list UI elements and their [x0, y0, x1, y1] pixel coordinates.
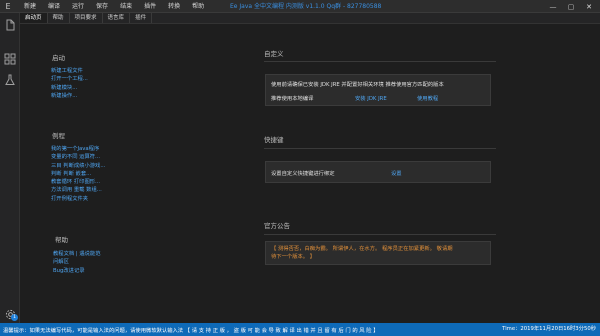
tab-language-library[interactable]: 语言库 [103, 13, 131, 23]
announcement-line: 待下一个版本。 】 [271, 254, 316, 260]
bug-log-link[interactable]: Bug改进记录 [53, 267, 101, 275]
install-jdk-link[interactable]: 安装 JDK JRE [355, 94, 387, 102]
tab-plugins[interactable]: 插件 [130, 13, 153, 23]
announcement-line: 【 测得否否，白痴为霸。 所谓伊人，在水方。 程序员正在加紧更新。 敬请期 [271, 246, 453, 252]
shortcuts-card: 设置自定义快捷键进行绑定 设置 [265, 161, 491, 183]
examples-section-title: 例程 [52, 132, 65, 140]
divider [264, 234, 496, 235]
shortcuts-section-title: 快捷键 [264, 136, 284, 144]
menu-stop[interactable]: 结束 [114, 0, 138, 13]
announcement-text: 【 测得否否，白痴为霸。 所谓伊人，在水方。 程序员正在加紧更新。 敬请期 待下… [266, 242, 490, 264]
examples-links: 我的第一个Java程序 变量的不同 运算符... 三目 判断成绩小游戏... 判… [51, 145, 105, 203]
example-link[interactable]: 方法调用 重载 数组... [51, 186, 105, 194]
new-project-link[interactable]: 新建工程文件 [51, 67, 88, 75]
example-link[interactable]: 判断 判断 嵌套... [51, 170, 105, 178]
status-bar: 温馨提示：如果无法编写代码，可能是输入法的问题，请使用微软默认输入法 【 请 支… [0, 323, 600, 336]
help-links: 教程文档 | 遇说能范 问解区 Bug改进记录 [53, 250, 101, 275]
activity-bar [0, 13, 20, 323]
notification-badge: 1 [11, 314, 18, 321]
menu-convert[interactable]: 转换 [162, 0, 186, 13]
files-icon[interactable] [3, 18, 17, 32]
example-link[interactable]: 我的第一个Java程序 [51, 145, 105, 153]
tab-project-requirements[interactable]: 项目要求 [70, 13, 103, 23]
example-link[interactable]: 变量的不同 运算符... [51, 153, 105, 161]
minimize-button[interactable]: — [544, 0, 562, 13]
custom-card: 使用前请确保已安装 JDK JRE 并配置好相关环境 推荐使用官方匹配的版本 推… [265, 74, 491, 106]
status-time: Time：2019年11月20日16时3分50秒 [502, 326, 596, 332]
example-link[interactable]: 教套循环 打印图形... [51, 178, 105, 186]
welcome-left-column: 启动 新建工程文件 打开一个工程... 新建模块... 新建操作... 例程 我… [20, 24, 220, 323]
menu-compile[interactable]: 编译 [42, 0, 66, 13]
menu-save[interactable]: 保存 [90, 0, 114, 13]
help-section-title: 帮助 [55, 236, 68, 244]
open-examples-folder-link[interactable]: 打开例程文件夹 [51, 195, 105, 203]
tab-start[interactable]: 启动页 [20, 13, 48, 23]
menu-plugins[interactable]: 插件 [138, 0, 162, 13]
menu-bar: 新建 编译 运行 保存 结束 插件 转换 帮助 [18, 0, 210, 13]
jdk-notice-text: 使用前请确保已安装 JDK JRE 并配置好相关环境 推荐使用官方匹配的版本 [271, 82, 444, 88]
tab-bar: 启动页 帮助 项目要求 语言库 插件 [20, 13, 600, 24]
app-logo-icon: E [5, 1, 11, 11]
puzzle-icon[interactable] [3, 52, 17, 66]
status-tip: 温馨提示：如果无法编写代码，可能是输入法的问题，请使用微软默认输入法 【 请 支… [3, 327, 379, 334]
example-link[interactable]: 三目 判断成绩小游戏... [51, 162, 105, 170]
maximize-button[interactable]: ▢ [562, 0, 580, 13]
new-module-link[interactable]: 新建模块... [51, 84, 88, 92]
start-section-title: 启动 [52, 54, 65, 62]
menu-run[interactable]: 运行 [66, 0, 90, 13]
announcement-section-title: 官方公告 [264, 222, 290, 230]
divider [264, 61, 496, 62]
window-title: Ee Java 全中文编程 内测版 v1.1.0 Qq群 - 827780588 [230, 3, 382, 10]
close-button[interactable]: ✕ [580, 0, 598, 13]
shortcut-settings-link[interactable]: 设置 [391, 169, 402, 177]
new-operation-link[interactable]: 新建操作... [51, 92, 88, 100]
menu-new[interactable]: 新建 [18, 0, 42, 13]
open-project-link[interactable]: 打开一个工程... [51, 75, 88, 83]
divider [264, 148, 496, 149]
flask-icon[interactable] [3, 73, 17, 87]
welcome-right-column: 自定义 使用前请确保已安装 JDK JRE 并配置好相关环境 推荐使用官方匹配的… [220, 24, 600, 323]
title-bar: E 新建 编译 运行 保存 结束 插件 转换 帮助 Ee Java 全中文编程 … [0, 0, 600, 13]
local-compile-text: 推荐使用本地编译 [271, 96, 314, 102]
start-links: 新建工程文件 打开一个工程... 新建模块... 新建操作... [51, 67, 88, 100]
shortcuts-text: 设置自定义快捷键进行绑定 [271, 171, 335, 177]
window-controls: — ▢ ✕ [544, 0, 598, 13]
custom-section-title: 自定义 [264, 50, 284, 58]
tutorial-docs-link[interactable]: 教程文档 | 遇说能范 [53, 250, 101, 258]
menu-help[interactable]: 帮助 [186, 0, 210, 13]
announcement-card: 【 测得否否，白痴为霸。 所谓伊人，在水方。 程序员正在加紧更新。 敬请期 待下… [265, 241, 491, 265]
usage-tutorial-link[interactable]: 使用教程 [417, 94, 438, 102]
qa-link[interactable]: 问解区 [53, 258, 101, 266]
tab-help[interactable]: 帮助 [48, 13, 70, 23]
